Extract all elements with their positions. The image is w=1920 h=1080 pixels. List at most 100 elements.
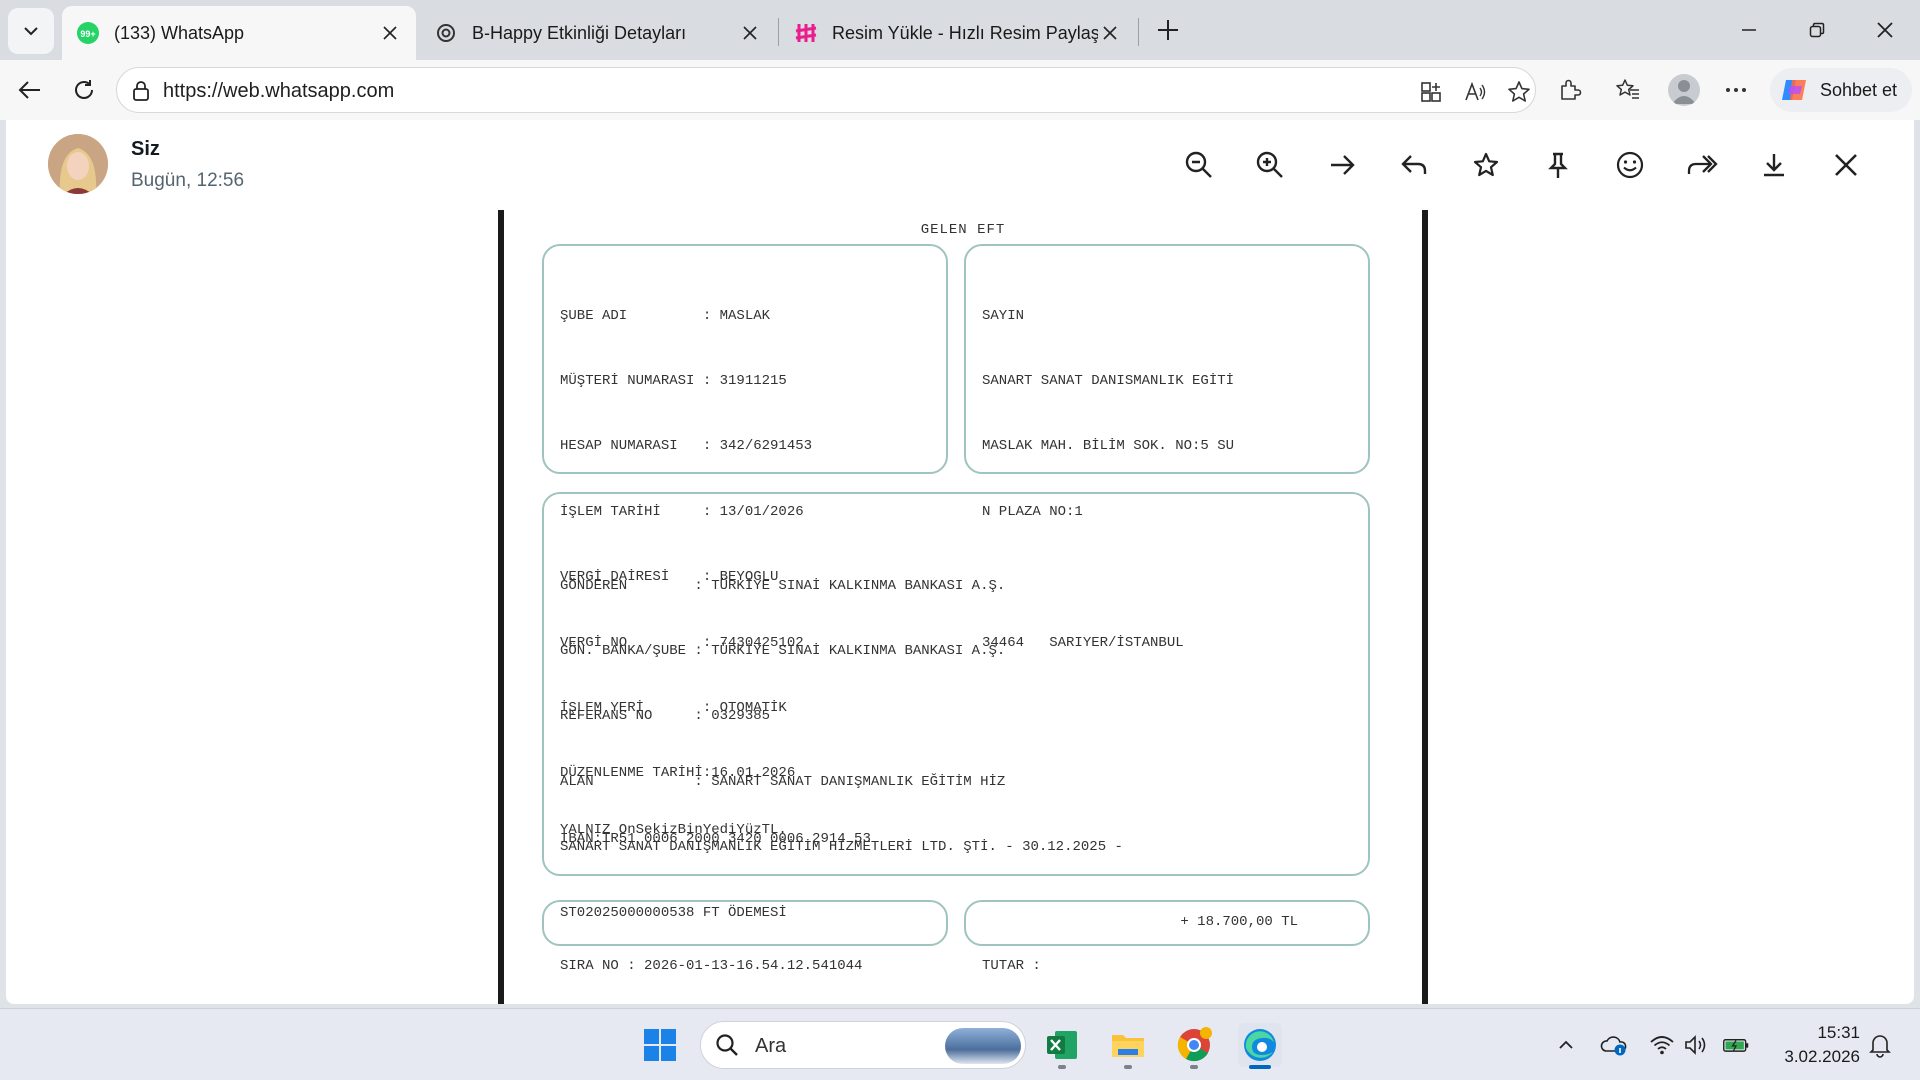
extensions-icon[interactable] bbox=[1554, 74, 1586, 106]
amount-value: + 18.700,00 TL bbox=[1180, 914, 1298, 930]
windows-logo-icon bbox=[644, 1029, 676, 1061]
show-hidden-icons-chevron-up-icon[interactable] bbox=[1552, 1031, 1580, 1059]
clock-time: 15:31 bbox=[1817, 1023, 1860, 1042]
battery-charging-icon[interactable] bbox=[1722, 1031, 1750, 1059]
search-placeholder: Ara bbox=[755, 1035, 787, 1057]
edge-icon bbox=[1244, 1029, 1276, 1061]
back-button[interactable] bbox=[10, 70, 50, 110]
amount-label: TUTAR : bbox=[982, 957, 1041, 974]
receipt-title: GELEN EFT bbox=[920, 222, 1006, 238]
media-viewer-header: Siz Bugün, 12:56 bbox=[6, 120, 1914, 210]
search-icon bbox=[715, 1033, 739, 1062]
sequence-number-box: SIRA NO : 2026-01-13-16.54.12.541044 bbox=[542, 900, 948, 974]
more-menu-icon[interactable] bbox=[1720, 74, 1752, 106]
recipient-address-box: SAYIN SANART SANAT DANISMANLIK EGİTİ MAS… bbox=[964, 244, 1370, 651]
lock-icon[interactable] bbox=[131, 80, 151, 107]
forward-icon bbox=[1687, 155, 1718, 174]
tab-resim-yukle[interactable]: Resim Yükle - Hızlı Resim Paylaş - R bbox=[780, 6, 1136, 60]
star-button[interactable] bbox=[1467, 146, 1505, 184]
favorites-icon[interactable] bbox=[1612, 74, 1644, 106]
reload-icon bbox=[75, 80, 93, 99]
profile-avatar[interactable] bbox=[1668, 74, 1700, 106]
resim-yukle-icon bbox=[794, 21, 818, 45]
taskbar-search[interactable]: Ara bbox=[700, 1021, 1026, 1069]
tab-title: Resim Yükle - Hızlı Resim Paylaş - R bbox=[832, 22, 1098, 43]
taskbar-chrome[interactable] bbox=[1172, 1023, 1216, 1067]
running-indicator bbox=[1190, 1065, 1198, 1069]
read-aloud-icon[interactable] bbox=[1461, 78, 1489, 106]
start-button[interactable] bbox=[638, 1023, 682, 1067]
reload-button[interactable] bbox=[64, 70, 104, 110]
address-line: SANART SANAT DANISMANLIK EGİTİ bbox=[982, 372, 1235, 389]
system-clock[interactable]: 15:31 3.02.2026 bbox=[1770, 1021, 1860, 1069]
chrome-icon bbox=[1177, 1027, 1212, 1062]
message-timestamp: Bugün, 12:56 bbox=[131, 170, 245, 191]
close-icon bbox=[1877, 22, 1893, 38]
reply-icon bbox=[1401, 155, 1427, 174]
tab-badge: 99+ bbox=[80, 29, 95, 39]
close-window-button[interactable] bbox=[1862, 8, 1908, 52]
tab-title: B-Happy Etkinliği Detayları bbox=[472, 22, 687, 43]
minimize-button[interactable] bbox=[1726, 8, 1772, 52]
tab-separator bbox=[1138, 18, 1139, 46]
copilot-button[interactable]: Sohbet et bbox=[1770, 68, 1912, 112]
favorite-star-icon[interactable] bbox=[1505, 78, 1533, 106]
zoom-in-icon bbox=[1256, 151, 1283, 178]
tab-actions-menu-button[interactable] bbox=[8, 8, 54, 54]
go-to-message-button[interactable] bbox=[1323, 146, 1361, 184]
transfer-line: GÖNDEREN : TÜRKİYE SINAİ KALKINMA BANKAS… bbox=[560, 577, 1006, 594]
transfer-line: REFERANS NO : 0329385 bbox=[560, 708, 771, 725]
tab-whatsapp[interactable]: 99+ (133) WhatsApp bbox=[62, 6, 416, 60]
app-available-icon[interactable] bbox=[1417, 78, 1445, 106]
folder-icon bbox=[1112, 1035, 1144, 1057]
close-tab-icon[interactable] bbox=[378, 21, 402, 45]
close-icon bbox=[1835, 154, 1857, 176]
forward-button[interactable] bbox=[1683, 146, 1721, 184]
address-line: MASLAK MAH. BİLİM SOK. NO:5 SU bbox=[982, 438, 1235, 455]
account-line: MÜŞTERİ NUMARASI : 31911215 bbox=[560, 372, 787, 389]
tab-separator bbox=[778, 18, 779, 46]
minimize-icon bbox=[1742, 29, 1756, 31]
taskbar-file-explorer[interactable] bbox=[1106, 1023, 1150, 1067]
chevron-down-icon bbox=[24, 27, 38, 36]
sender-avatar[interactable] bbox=[48, 134, 108, 194]
amount-in-words: YALNIZ OnSekizBinYediYüzTL. bbox=[560, 821, 787, 838]
react-button[interactable] bbox=[1611, 146, 1649, 184]
onedrive-info-icon[interactable] bbox=[1600, 1031, 1628, 1059]
tab-b-happy[interactable]: B-Happy Etkinliği Detayları bbox=[420, 6, 776, 60]
windows-taskbar: Ara 15:31 3.02.2026 bbox=[0, 1008, 1920, 1080]
notifications-bell-icon[interactable] bbox=[1866, 1031, 1894, 1059]
sender-name: Siz bbox=[131, 138, 160, 160]
close-tab-icon[interactable] bbox=[738, 21, 762, 45]
taskbar-excel[interactable] bbox=[1040, 1023, 1084, 1067]
wifi-icon[interactable] bbox=[1648, 1031, 1676, 1059]
transfer-details-box: GÖNDEREN : TÜRKİYE SINAİ KALKINMA BANKAS… bbox=[542, 492, 1370, 921]
close-viewer-button[interactable] bbox=[1827, 146, 1865, 184]
copilot-label: Sohbet et bbox=[1820, 79, 1898, 100]
zoom-out-icon bbox=[1185, 151, 1212, 178]
amount-box: TUTAR : + 18.700,00 TL bbox=[964, 900, 1370, 974]
search-highlight-image[interactable] bbox=[945, 1028, 1021, 1064]
close-tab-icon[interactable] bbox=[1098, 21, 1122, 45]
zoom-in-button[interactable] bbox=[1251, 146, 1289, 184]
reply-button[interactable] bbox=[1395, 146, 1433, 184]
pin-button[interactable] bbox=[1539, 146, 1577, 184]
media-viewer: Siz Bugün, 12:56 GELEN EFT ŞUBE ADI: MA… bbox=[6, 120, 1914, 1004]
account-line: HESAP NUMARASI : 342/6291453 bbox=[560, 438, 813, 455]
transfer-line: GÖN. BANKA/ŞUBE : TÜRKİYE SINAİ KALKINMA… bbox=[560, 642, 1006, 659]
zoom-out-button[interactable] bbox=[1180, 146, 1218, 184]
running-indicator bbox=[1058, 1065, 1066, 1069]
download-button[interactable] bbox=[1755, 146, 1793, 184]
address-bar[interactable]: https://web.whatsapp.com bbox=[116, 67, 1536, 113]
taskbar-edge[interactable] bbox=[1238, 1023, 1282, 1067]
url-text[interactable]: https://web.whatsapp.com bbox=[163, 80, 394, 103]
volume-icon[interactable] bbox=[1682, 1031, 1710, 1059]
download-icon bbox=[1764, 154, 1784, 177]
browser-tab-strip: 99+ (133) WhatsApp B-Happy Etkinliği Det… bbox=[0, 0, 1920, 60]
restore-button[interactable] bbox=[1794, 8, 1840, 52]
pin-icon bbox=[1548, 152, 1568, 178]
new-tab-button[interactable] bbox=[1150, 12, 1186, 48]
sequence-number: SIRA NO : 2026-01-13-16.54.12.541044 bbox=[560, 957, 863, 974]
tab-title: (133) WhatsApp bbox=[114, 22, 245, 43]
user-icon bbox=[1672, 80, 1696, 104]
